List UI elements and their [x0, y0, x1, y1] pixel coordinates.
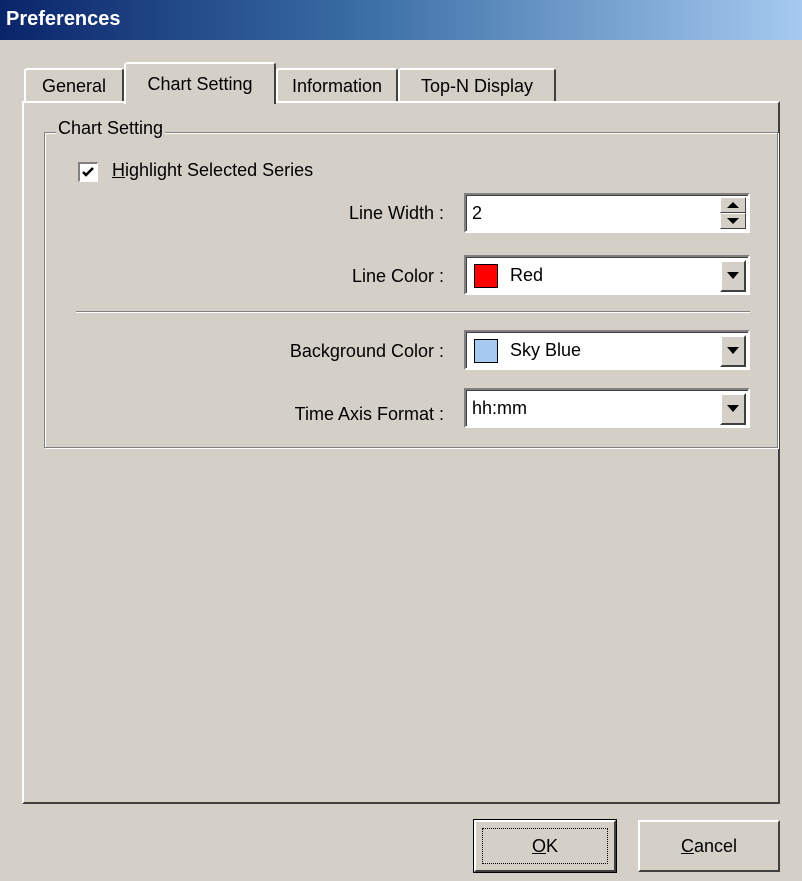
tab-information-label: Information [291, 76, 383, 96]
line-color-value: Red [510, 265, 544, 285]
time-axis-format-dropdown-button[interactable] [720, 393, 746, 425]
tab-information[interactable]: Information [276, 68, 398, 101]
separator [76, 311, 750, 313]
background-color-dropdown[interactable]: Sky Blue [464, 330, 750, 370]
tab-chart-setting-label: Chart Setting [147, 74, 253, 94]
chevron-down-icon [727, 272, 739, 279]
tab-general[interactable]: General [24, 68, 124, 101]
time-axis-format-dropdown[interactable]: hh:mm [464, 388, 750, 428]
groupbox-title: Chart Setting [56, 118, 166, 139]
chevron-down-icon [727, 405, 739, 412]
cancel-label-rest: ancel [693, 836, 738, 856]
arrow-down-icon [727, 218, 739, 224]
time-axis-format-label: Time Axis Format : [294, 404, 444, 424]
ok-label-rest: K [546, 836, 559, 856]
line-width-label: Line Width : [348, 203, 444, 223]
ok-button[interactable]: OK [473, 819, 617, 873]
line-color-label: Line Color : [351, 266, 444, 286]
check-mark-icon [82, 167, 94, 177]
line-width-value: 2 [472, 203, 483, 223]
arrow-up-icon [727, 202, 739, 208]
line-color-dropdown[interactable]: Red [464, 255, 750, 295]
spin-up-button[interactable] [720, 197, 746, 213]
background-color-swatch [474, 339, 498, 363]
ok-accelerator: O [531, 836, 546, 856]
time-axis-format-value: hh:mm [472, 398, 528, 418]
highlight-label-rest: ighlight Selected Series [125, 160, 314, 180]
background-color-label: Background Color : [289, 341, 444, 361]
highlight-selected-series-label[interactable]: Highlight Selected Series [112, 160, 313, 181]
line-color-dropdown-button[interactable] [720, 260, 746, 292]
line-width-spinbox[interactable]: 2 [464, 193, 750, 233]
line-color-swatch [474, 264, 498, 288]
background-color-value: Sky Blue [510, 340, 582, 360]
cancel-accelerator: C [680, 836, 694, 856]
cancel-button[interactable]: Cancel [638, 820, 780, 872]
window-title: Preferences [6, 8, 121, 30]
chevron-down-icon [727, 347, 739, 354]
tab-top-n-display[interactable]: Top-N Display [398, 68, 556, 101]
tab-chart-setting[interactable]: Chart Setting [124, 62, 276, 104]
highlight-selected-series-checkbox[interactable] [78, 162, 98, 182]
tab-general-label: General [41, 76, 107, 96]
highlight-accelerator: H [112, 160, 125, 180]
spin-down-button[interactable] [720, 213, 746, 229]
background-color-dropdown-button[interactable] [720, 335, 746, 367]
title-bar[interactable]: Preferences [0, 0, 802, 40]
tab-top-n-display-label: Top-N Display [420, 76, 534, 96]
